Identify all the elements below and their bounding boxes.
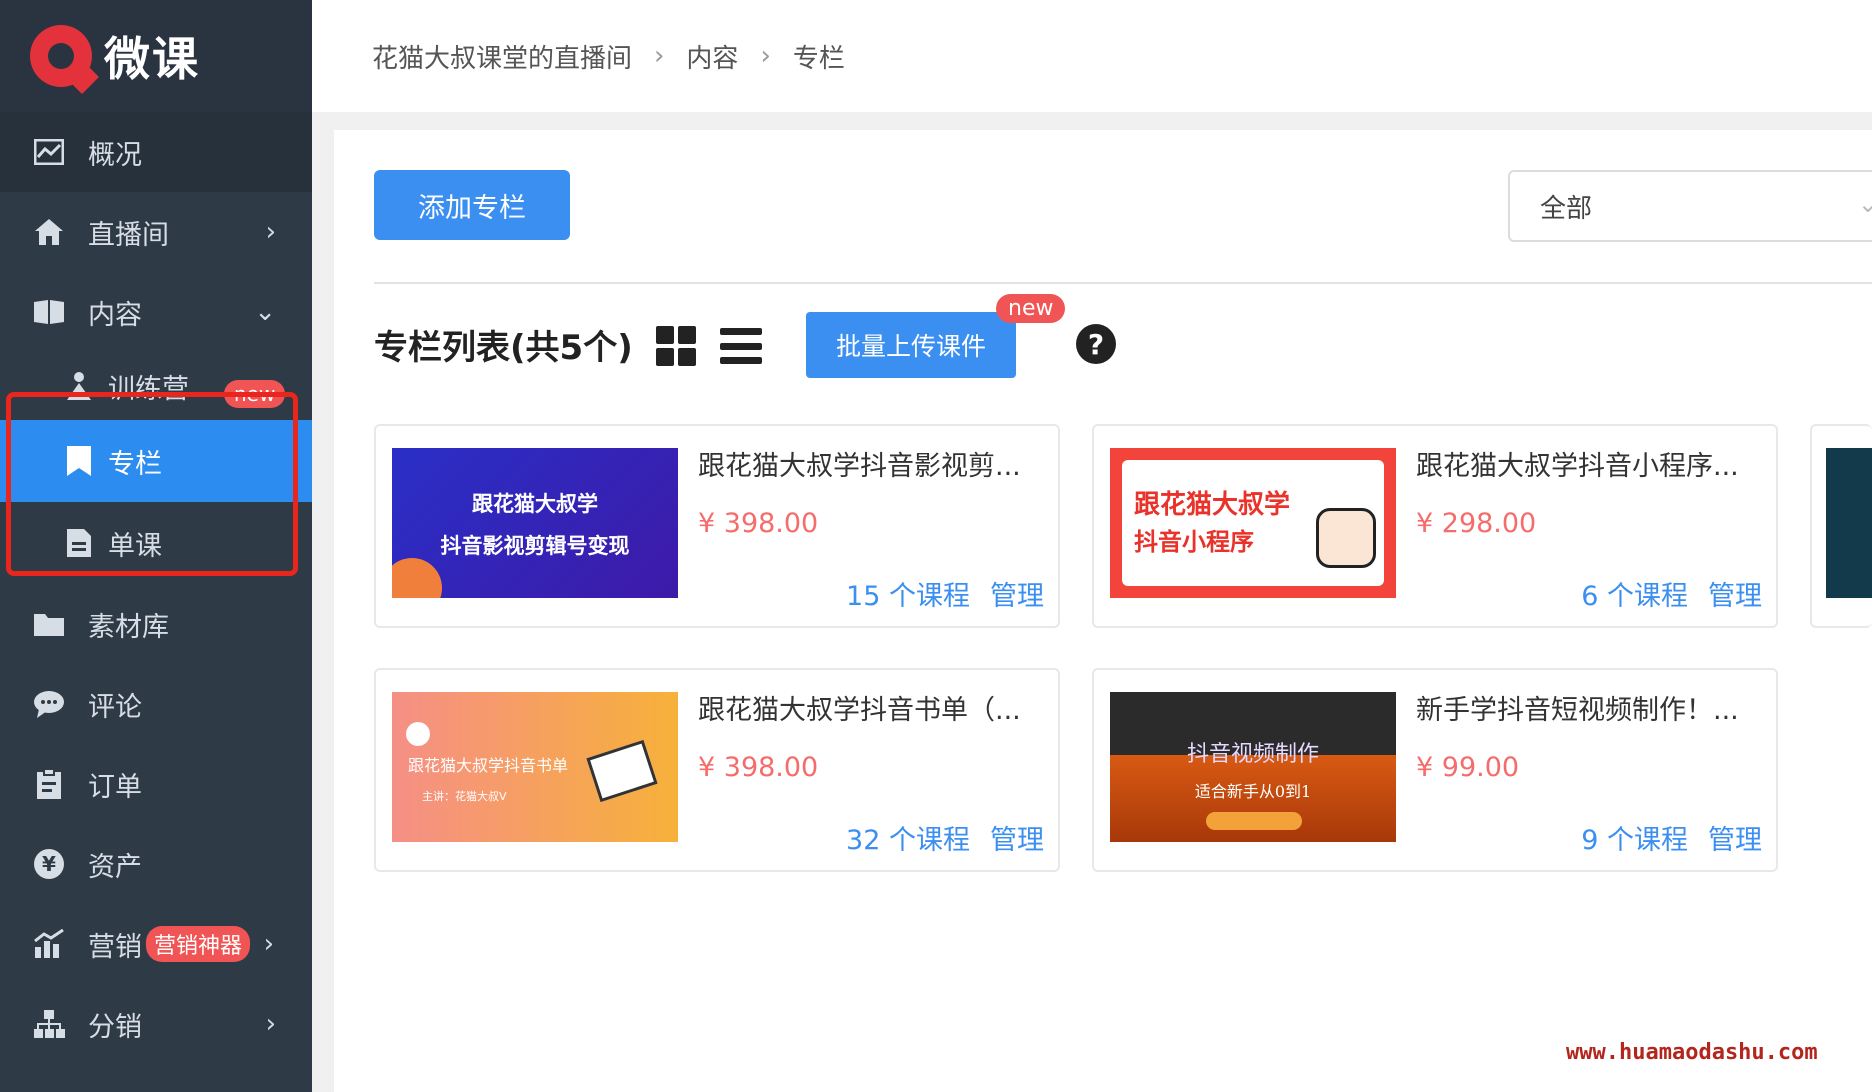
sidebar-item-label: 订单 bbox=[88, 771, 142, 803]
column-title[interactable]: 跟花猫大叔学抖音影视剪... bbox=[698, 444, 1038, 483]
sidebar-item-overview[interactable]: 概况 bbox=[0, 112, 312, 192]
column-thumbnail bbox=[1826, 448, 1872, 598]
thumbnail-text: 抖音影视剪辑号变现 bbox=[440, 534, 630, 558]
sidebar-item-marketing[interactable]: 营销 营销神器 › bbox=[0, 904, 312, 984]
sidebar-item-assets[interactable]: ¥ 资产 bbox=[0, 824, 312, 904]
chevron-right-icon: › bbox=[263, 929, 274, 959]
column-price: ¥ 398.00 bbox=[698, 508, 819, 539]
highlight-box bbox=[6, 392, 298, 576]
breadcrumb-item-live-room[interactable]: 花猫大叔课堂的直播间 bbox=[372, 38, 632, 75]
sidebar-item-distribution[interactable]: 分销 › bbox=[0, 984, 312, 1064]
chevron-down-icon: ⌄ bbox=[1857, 190, 1872, 218]
main-panel: 添加专栏 全部 ⌄ 专栏列表(共5个) 批量上传课件 new ? 跟花猫大叔学 … bbox=[334, 130, 1872, 1092]
sidebar-item-comments[interactable]: 评论 bbox=[0, 664, 312, 744]
column-title[interactable]: 新手学抖音短视频制作！... bbox=[1416, 688, 1756, 727]
brand-name: 微课 bbox=[104, 32, 200, 86]
brand[interactable]: 微课 bbox=[0, 0, 312, 112]
sidebar-item-label: 概况 bbox=[88, 139, 142, 171]
help-icon[interactable]: ? bbox=[1076, 324, 1116, 364]
home-icon bbox=[32, 215, 66, 249]
breadcrumb: 花猫大叔课堂的直播间 › 内容 › 专栏 bbox=[312, 0, 1872, 112]
sidebar-item-label: 营销 bbox=[88, 931, 142, 963]
column-title[interactable]: 跟花猫大叔学抖音书单（... bbox=[698, 688, 1038, 727]
sidebar-item-live[interactable]: 直播间 › bbox=[0, 192, 312, 272]
sidebar-item-label: 资产 bbox=[88, 851, 142, 883]
bar-chart-icon bbox=[32, 927, 66, 961]
chevron-right-icon: › bbox=[654, 41, 665, 71]
org-chart-icon bbox=[32, 1007, 66, 1041]
yen-icon: ¥ bbox=[32, 847, 66, 881]
breadcrumb-item-content[interactable]: 内容 bbox=[686, 38, 738, 75]
chevron-right-icon: › bbox=[265, 1009, 276, 1039]
thumbnail-text: 抖音视频制作 bbox=[1186, 742, 1319, 767]
add-column-button[interactable]: 添加专栏 bbox=[374, 170, 570, 240]
sidebar-item-label: 素材库 bbox=[88, 611, 169, 643]
thumbnail-text: 适合新手从0到1 bbox=[1194, 782, 1312, 801]
thumbnail-text: 抖音小程序 bbox=[1134, 528, 1254, 556]
column-price: ¥ 99.00 bbox=[1416, 752, 1520, 783]
book-icon bbox=[32, 295, 66, 329]
course-count-link[interactable]: 15 个课程 bbox=[846, 574, 970, 613]
column-thumbnail: 跟花猫大叔学 抖音小程序 bbox=[1110, 448, 1396, 598]
column-price: ¥ 398.00 bbox=[698, 752, 819, 783]
column-card[interactable]: 跟花猫大叔学 抖音影视剪辑号变现 跟花猫大叔学抖音影视剪... ¥ 398.00… bbox=[374, 424, 1060, 628]
column-thumbnail: 跟花猫大叔学抖音书单 主讲：花猫大叔V bbox=[392, 692, 678, 842]
column-card[interactable]: 跟花猫大叔学抖音书单 主讲：花猫大叔V 跟花猫大叔学抖音书单（... ¥ 398… bbox=[374, 668, 1060, 872]
chart-icon bbox=[32, 135, 66, 169]
sidebar-item-label: 评论 bbox=[88, 691, 142, 723]
chat-icon bbox=[32, 687, 66, 721]
column-title[interactable]: 跟花猫大叔学抖音小程序... bbox=[1416, 444, 1756, 483]
svg-text:¥: ¥ bbox=[42, 852, 56, 876]
brand-logo-icon bbox=[30, 25, 92, 87]
filter-value: 全部 bbox=[1540, 193, 1593, 224]
manage-link[interactable]: 管理 bbox=[990, 574, 1044, 613]
column-card[interactable]: 跟花猫大叔学 抖音小程序 跟花猫大叔学抖音小程序... ¥ 298.00 6 个… bbox=[1092, 424, 1778, 628]
sidebar-item-label: 直播间 bbox=[88, 219, 169, 251]
sidebar-item-label: 分销 bbox=[88, 1011, 142, 1043]
list-title: 专栏列表(共5个) bbox=[374, 328, 633, 368]
chevron-down-icon: ⌄ bbox=[254, 297, 276, 327]
sidebar-item-materials[interactable]: 素材库 bbox=[0, 584, 312, 664]
batch-upload-button[interactable]: 批量上传课件 bbox=[806, 312, 1016, 378]
course-count-link[interactable]: 6 个课程 bbox=[1581, 574, 1688, 613]
divider bbox=[374, 282, 1872, 284]
watermark: www.huamaodashu.com bbox=[1566, 1040, 1818, 1065]
chevron-right-icon: › bbox=[760, 41, 771, 71]
column-card[interactable] bbox=[1810, 424, 1872, 628]
clipboard-icon bbox=[32, 767, 66, 801]
breadcrumb-item-column: 专栏 bbox=[792, 43, 845, 74]
thumbnail-text: 跟花猫大叔学抖音书单 bbox=[408, 756, 569, 775]
manage-link[interactable]: 管理 bbox=[1708, 818, 1762, 857]
sidebar-item-label: 内容 bbox=[88, 299, 142, 331]
sidebar-item-content[interactable]: 内容 ⌄ bbox=[0, 272, 312, 352]
thumbnail-text: 跟花猫大叔学 bbox=[472, 492, 598, 516]
column-card[interactable]: 抖音视频制作 适合新手从0到1 新手学抖音短视频制作！... ¥ 99.00 9… bbox=[1092, 668, 1778, 872]
manage-link[interactable]: 管理 bbox=[1708, 574, 1762, 613]
column-thumbnail: 跟花猫大叔学 抖音影视剪辑号变现 bbox=[392, 448, 678, 598]
folder-icon bbox=[32, 607, 66, 641]
marketing-badge: 营销神器 bbox=[146, 926, 251, 962]
sidebar-item-orders[interactable]: 订单 bbox=[0, 744, 312, 824]
column-thumbnail: 抖音视频制作 适合新手从0到1 bbox=[1110, 692, 1396, 842]
thumbnail-text: 跟花猫大叔学 bbox=[1134, 490, 1291, 520]
sidebar: 微课 概况 直播间 › 内容 ⌄ 训练营 new 专栏 单课 素材库 评论 订单… bbox=[0, 0, 312, 1092]
course-count-link[interactable]: 32 个课程 bbox=[846, 818, 970, 857]
new-badge: new bbox=[996, 294, 1066, 323]
manage-link[interactable]: 管理 bbox=[990, 818, 1044, 857]
thumbnail-text: 主讲：花猫大叔V bbox=[422, 790, 507, 803]
column-price: ¥ 298.00 bbox=[1416, 508, 1537, 539]
list-view-icon[interactable] bbox=[720, 328, 762, 364]
chevron-right-icon: › bbox=[265, 217, 276, 247]
course-count-link[interactable]: 9 个课程 bbox=[1581, 818, 1688, 857]
filter-select[interactable]: 全部 ⌄ bbox=[1508, 170, 1872, 242]
grid-view-icon[interactable] bbox=[656, 326, 696, 366]
